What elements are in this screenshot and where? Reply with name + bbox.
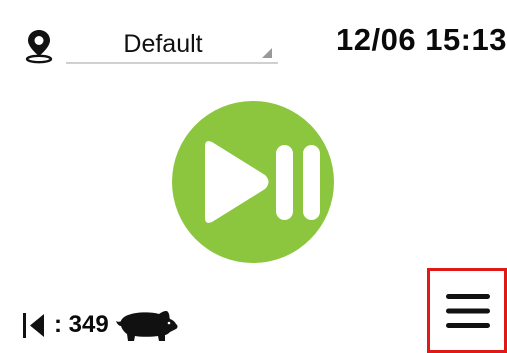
menu-button[interactable] (427, 268, 507, 353)
play-pause-button[interactable] (172, 101, 334, 263)
back-bar-icon (23, 313, 44, 338)
counter-value: : 349 (54, 311, 109, 338)
animal-counter: : 349 (22, 306, 179, 344)
dropdown-corner-icon (262, 48, 272, 58)
profile-select-value: Default (123, 30, 203, 58)
hamburger-menu-icon (446, 294, 490, 328)
map-pin-icon[interactable] (24, 28, 54, 64)
profile-select[interactable]: Default (66, 22, 278, 64)
device-screen: Default 12/06 15:13 : 349 (0, 0, 507, 353)
datetime-display: 12/06 15:13 (336, 22, 507, 57)
pig-icon (115, 310, 178, 341)
